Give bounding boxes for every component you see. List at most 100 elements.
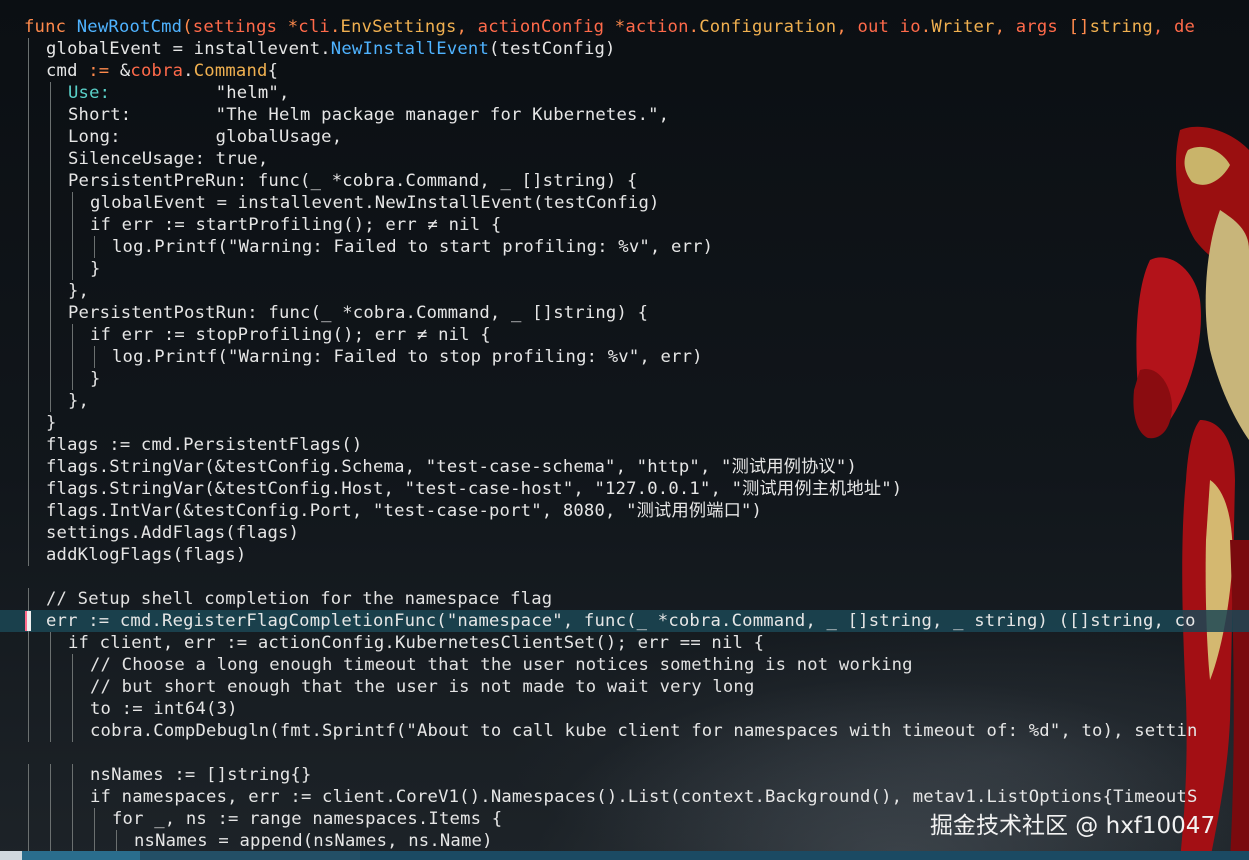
code-line[interactable]: PersistentPostRun: func(_ *cobra.Command… — [0, 302, 1249, 324]
indent-guide — [28, 126, 29, 148]
code-text: flags.StringVar(&testConfig.Schema, "tes… — [46, 456, 857, 478]
code-token-type: Configuration — [699, 17, 837, 37]
code-text: func NewRootCmd(settings *cli.EnvSetting… — [24, 16, 1195, 38]
code-token-func: NewInstallEvent — [330, 39, 490, 59]
code-line[interactable]: if namespaces, err := client.CoreV1().Na… — [0, 786, 1249, 808]
code-token-plain: err := cmd.RegisterFlagCompletionFunc("n… — [46, 611, 1196, 631]
code-text: log.Printf("Warning: Failed to start pro… — [112, 236, 713, 258]
indent-guide — [72, 676, 73, 698]
indent-guide — [50, 82, 51, 104]
code-line[interactable]: // Choose a long enough timeout that the… — [0, 654, 1249, 676]
code-line[interactable] — [0, 742, 1249, 764]
indent-guide — [28, 434, 29, 456]
code-line[interactable]: flags.IntVar(&testConfig.Port, "test-cas… — [0, 500, 1249, 522]
code-token-keyword: . — [920, 17, 932, 37]
indent-guide — [50, 148, 51, 170]
indent-guide — [28, 786, 29, 808]
indent-guide — [28, 654, 29, 676]
code-line[interactable]: } — [0, 258, 1249, 280]
indent-guide — [72, 698, 73, 720]
code-token-keyword: , — [994, 17, 1016, 37]
indent-guide — [50, 192, 51, 214]
code-token-plain: } — [46, 413, 57, 433]
code-text: cobra.CompDebugln(fmt.Sprintf("About to … — [90, 720, 1198, 742]
code-token-plain: } — [90, 369, 101, 389]
code-line[interactable]: if client, err := actionConfig.Kubernete… — [0, 632, 1249, 654]
code-token-plain: globalEvent = installevent.NewInstallEve… — [90, 193, 660, 213]
code-text: nsNames := []string{} — [90, 764, 312, 786]
code-line[interactable]: log.Printf("Warning: Failed to start pro… — [0, 236, 1249, 258]
indent-guide — [28, 676, 29, 698]
indent-guide — [28, 104, 29, 126]
code-token-plain: if client, err := actionConfig.Kubernete… — [68, 633, 765, 653]
code-token-keyword: , — [836, 17, 858, 37]
indent-guide — [28, 236, 29, 258]
code-token-plain: flags := cmd.PersistentFlags() — [46, 435, 363, 455]
code-line[interactable] — [0, 566, 1249, 588]
code-token-field: Use: — [68, 83, 111, 103]
indent-guide — [72, 654, 73, 676]
code-token-plain: to := int64(3) — [90, 699, 238, 719]
indent-guide — [72, 786, 73, 808]
code-line[interactable]: }, — [0, 390, 1249, 412]
indent-guide — [116, 830, 117, 852]
code-line[interactable]: globalEvent = installevent.NewInstallEve… — [0, 38, 1249, 60]
code-token-plain: if err := startProfiling(); err ≠ nil { — [90, 215, 502, 235]
indent-guide — [28, 478, 29, 500]
code-line[interactable]: globalEvent = installevent.NewInstallEve… — [0, 192, 1249, 214]
code-token-keyword: * — [287, 17, 299, 37]
code-line-current[interactable]: err := cmd.RegisterFlagCompletionFunc("n… — [0, 610, 1249, 632]
code-line[interactable]: } — [0, 412, 1249, 434]
code-line[interactable]: flags.StringVar(&testConfig.Host, "test-… — [0, 478, 1249, 500]
code-token-type: Writer — [931, 17, 995, 37]
code-token-plain: nsNames := []string{} — [90, 765, 312, 785]
code-line[interactable]: SilenceUsage: true, — [0, 148, 1249, 170]
code-text: Long: globalUsage, — [68, 126, 342, 148]
indent-guide — [50, 698, 51, 720]
code-text: cmd := &cobra.Command{ — [46, 60, 278, 82]
code-token-plain: } — [90, 259, 101, 279]
code-line[interactable]: to := int64(3) — [0, 698, 1249, 720]
indent-guide — [50, 236, 51, 258]
indent-guide — [50, 280, 51, 302]
code-text: if err := startProfiling(); err ≠ nil { — [90, 214, 501, 236]
code-editor[interactable]: func NewRootCmd(settings *cli.EnvSetting… — [0, 16, 1249, 852]
code-token-keyword: . — [688, 17, 700, 37]
code-line[interactable]: if err := stopProfiling(); err ≠ nil { — [0, 324, 1249, 346]
code-line[interactable]: addKlogFlags(flags) — [0, 544, 1249, 566]
code-token-keyword: ( — [182, 17, 193, 37]
indent-guide — [72, 192, 73, 214]
code-text: settings.AddFlags(flags) — [46, 522, 299, 544]
indent-guide — [72, 258, 73, 280]
code-line[interactable]: if err := startProfiling(); err ≠ nil { — [0, 214, 1249, 236]
indent-guide — [72, 324, 73, 346]
indent-guide — [50, 764, 51, 786]
code-token-keyword: . — [329, 17, 341, 37]
code-line[interactable]: Use: "helm", — [0, 82, 1249, 104]
code-line[interactable]: Long: globalUsage, — [0, 126, 1249, 148]
code-line[interactable]: PersistentPreRun: func(_ *cobra.Command,… — [0, 170, 1249, 192]
code-token-param: actionConfig — [477, 17, 615, 37]
code-line[interactable]: settings.AddFlags(flags) — [0, 522, 1249, 544]
code-line[interactable]: }, — [0, 280, 1249, 302]
code-token-type: string — [1089, 17, 1153, 37]
code-line[interactable]: flags := cmd.PersistentFlags() — [0, 434, 1249, 456]
code-line[interactable]: // Setup shell completion for the namesp… — [0, 588, 1249, 610]
code-line[interactable]: flags.StringVar(&testConfig.Schema, "tes… — [0, 456, 1249, 478]
indent-guide — [94, 346, 95, 368]
code-line[interactable]: nsNames := []string{} — [0, 764, 1249, 786]
code-line[interactable]: Short: "The Helm package manager for Kub… — [0, 104, 1249, 126]
indent-guide — [28, 192, 29, 214]
code-token-param: args — [1015, 17, 1069, 37]
code-line[interactable]: cobra.CompDebugln(fmt.Sprintf("About to … — [0, 720, 1249, 742]
code-line[interactable]: } — [0, 368, 1249, 390]
code-line[interactable]: // but short enough that the user is not… — [0, 676, 1249, 698]
code-token-plain: Short: "The Helm package manager for Kub… — [68, 105, 670, 125]
code-token-plain: flags.StringVar(&testConfig.Host, "test-… — [46, 479, 903, 499]
code-line[interactable]: log.Printf("Warning: Failed to stop prof… — [0, 346, 1249, 368]
indent-guide — [28, 830, 29, 852]
code-text: SilenceUsage: true, — [68, 148, 268, 170]
code-line[interactable]: cmd := &cobra.Command{ — [0, 60, 1249, 82]
code-line[interactable]: func NewRootCmd(settings *cli.EnvSetting… — [0, 16, 1249, 38]
